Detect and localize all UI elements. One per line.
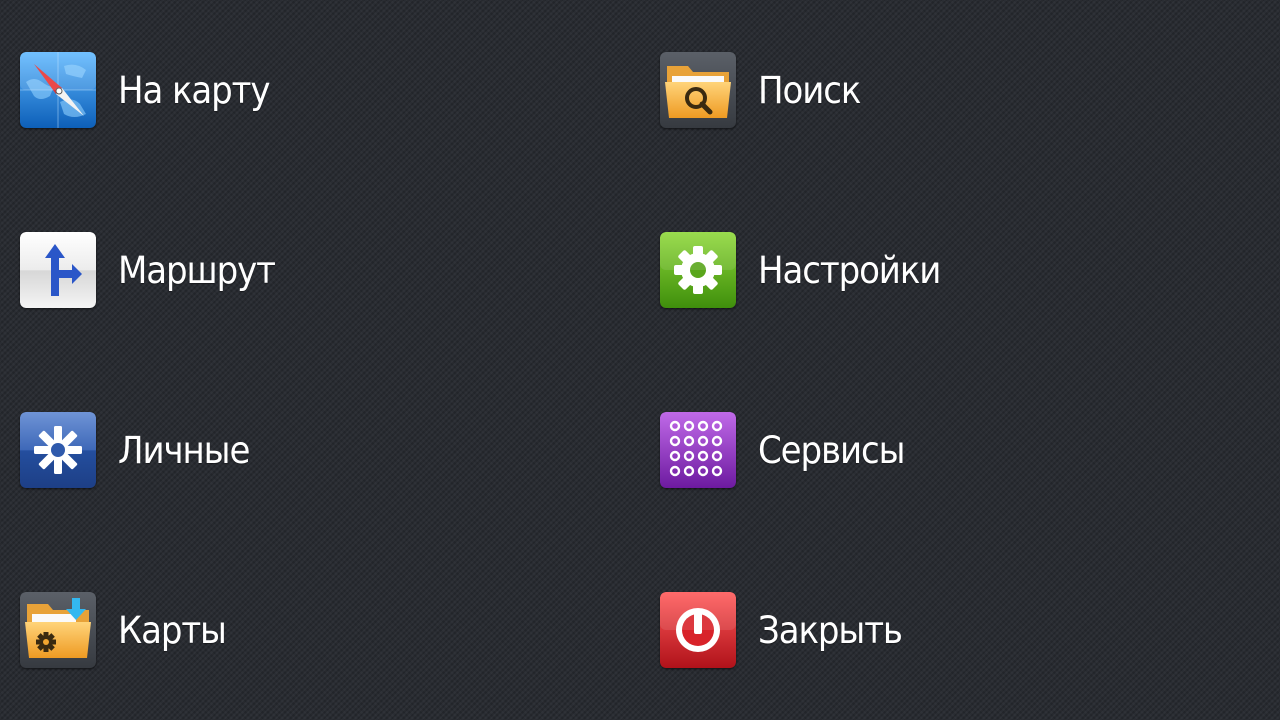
menu-item-route[interactable]: Маршрут bbox=[20, 231, 620, 309]
compass-map-icon bbox=[20, 52, 96, 128]
menu-item-settings[interactable]: Настройки bbox=[660, 231, 1260, 309]
menu-item-to-map[interactable]: На карту bbox=[20, 51, 620, 129]
main-menu: На карту Поиск Маршрут Настройки Личные … bbox=[0, 0, 1280, 720]
menu-item-label: На карту bbox=[118, 68, 271, 112]
menu-item-label: Закрыть bbox=[758, 608, 903, 652]
menu-item-maps[interactable]: Карты bbox=[20, 591, 620, 669]
folder-download-icon bbox=[20, 592, 96, 668]
menu-item-label: Поиск bbox=[758, 68, 861, 112]
menu-item-personal[interactable]: Личные bbox=[20, 411, 620, 489]
menu-item-services[interactable]: Сервисы bbox=[660, 411, 1260, 489]
menu-item-search[interactable]: Поиск bbox=[660, 51, 1260, 129]
menu-item-label: Маршрут bbox=[118, 248, 276, 292]
power-icon bbox=[660, 592, 736, 668]
gear-icon bbox=[660, 232, 736, 308]
menu-item-label: Карты bbox=[118, 608, 227, 652]
dot-grid-icon bbox=[660, 412, 736, 488]
menu-item-close[interactable]: Закрыть bbox=[660, 591, 1260, 669]
menu-item-label: Сервисы bbox=[758, 428, 905, 472]
route-arrow-icon bbox=[20, 232, 96, 308]
asterisk-icon bbox=[20, 412, 96, 488]
menu-item-label: Личные bbox=[118, 428, 250, 472]
folder-search-icon bbox=[660, 52, 736, 128]
menu-item-label: Настройки bbox=[758, 248, 941, 292]
